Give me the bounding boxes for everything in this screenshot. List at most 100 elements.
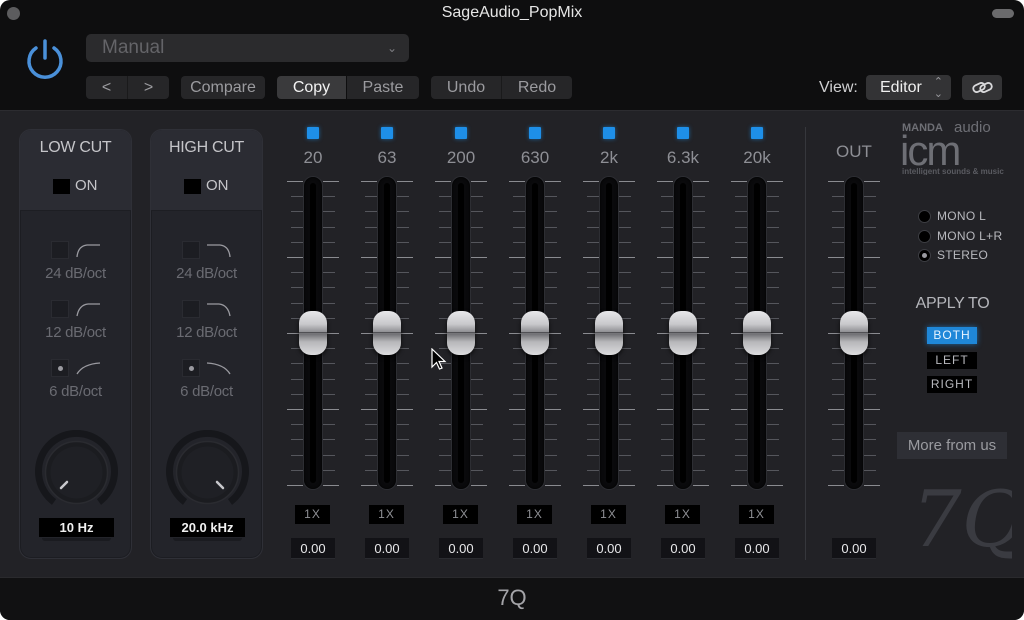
apply-left-button[interactable]: LEFT bbox=[927, 352, 977, 369]
link-button[interactable] bbox=[962, 75, 1002, 100]
high-cut-on-toggle[interactable] bbox=[184, 179, 201, 194]
band-gain-value[interactable]: 0.00 bbox=[735, 538, 779, 559]
fader-minor-tick bbox=[693, 378, 705, 380]
band-enable-led[interactable] bbox=[529, 127, 541, 139]
slope-checkbox[interactable] bbox=[182, 241, 200, 259]
copy-button[interactable]: Copy bbox=[277, 76, 346, 99]
fader-minor-tick bbox=[832, 363, 844, 365]
fader-minor-tick bbox=[693, 363, 705, 365]
radio-button[interactable] bbox=[918, 230, 931, 243]
fader-minor-tick bbox=[693, 196, 705, 198]
fader-minor-tick bbox=[291, 226, 303, 228]
slope-checkbox[interactable] bbox=[51, 300, 69, 318]
high-cut-slope-6[interactable]: 6 dB/oct bbox=[151, 359, 262, 409]
fader-minor-tick bbox=[439, 226, 451, 228]
compare-button[interactable]: Compare bbox=[181, 76, 265, 99]
slope-checkbox[interactable] bbox=[182, 300, 200, 318]
fader-minor-tick bbox=[587, 378, 599, 380]
band-gain-value[interactable]: 0.00 bbox=[513, 538, 557, 559]
fader-minor-tick bbox=[767, 302, 779, 304]
band-multiplier[interactable]: 1X bbox=[591, 505, 626, 524]
low-cut-slope-12[interactable]: 12 dB/oct bbox=[20, 300, 131, 350]
band-gain-value[interactable]: 0.00 bbox=[661, 538, 705, 559]
band-gain-value[interactable]: 0.00 bbox=[439, 538, 483, 559]
band-gain-value[interactable]: 0.00 bbox=[365, 538, 409, 559]
band-multiplier[interactable]: 1X bbox=[443, 505, 478, 524]
more-from-us-button[interactable]: More from us bbox=[897, 432, 1007, 459]
low-cut-on-label: ON bbox=[75, 177, 98, 194]
low-cut-on-toggle[interactable] bbox=[53, 179, 70, 194]
high-cut-frequency-value[interactable]: 20.0 kHz bbox=[170, 518, 245, 537]
high-cut-frequency-knob[interactable] bbox=[165, 429, 250, 515]
band-multiplier[interactable]: 1X bbox=[739, 505, 774, 524]
fader-minor-tick bbox=[291, 272, 303, 274]
radio-label: MONO L bbox=[937, 209, 987, 223]
fader-major-tick bbox=[693, 409, 709, 410]
window-close-button[interactable] bbox=[7, 7, 20, 20]
window-resize-button[interactable] bbox=[992, 9, 1014, 18]
paste-button[interactable]: Paste bbox=[347, 76, 419, 99]
fader-minor-tick bbox=[513, 226, 525, 228]
preset-select[interactable]: Manual ⌄ bbox=[86, 34, 409, 62]
apply-right-button[interactable]: RIGHT bbox=[927, 376, 977, 393]
low-cut-slope-6[interactable]: 6 dB/oct bbox=[20, 359, 131, 409]
low-cut-slope-24[interactable]: 24 dB/oct bbox=[20, 241, 131, 291]
fader-handle[interactable] bbox=[595, 311, 623, 355]
fader-minor-tick bbox=[693, 226, 705, 228]
fader-minor-tick bbox=[397, 226, 409, 228]
apply-both-button[interactable]: BOTH bbox=[927, 327, 977, 344]
slope-checkbox-selected[interactable] bbox=[182, 359, 200, 377]
fader-handle[interactable] bbox=[447, 311, 475, 355]
fader-handle[interactable] bbox=[521, 311, 549, 355]
output-gain-value[interactable]: 0.00 bbox=[832, 538, 876, 559]
fader-minor-tick bbox=[864, 378, 876, 380]
view-select[interactable]: Editor ⌃ ⌄ bbox=[866, 75, 951, 100]
band-multiplier[interactable]: 1X bbox=[517, 505, 552, 524]
band-gain-value[interactable]: 0.00 bbox=[587, 538, 631, 559]
fader-minor-tick bbox=[864, 439, 876, 441]
radio-button[interactable] bbox=[918, 210, 931, 223]
previous-preset-button[interactable]: < bbox=[86, 76, 127, 99]
fader-minor-tick bbox=[365, 439, 377, 441]
fader-major-tick bbox=[767, 485, 783, 486]
slope-checkbox-selected[interactable] bbox=[51, 359, 69, 377]
redo-button[interactable]: Redo bbox=[502, 76, 572, 99]
fader-handle[interactable] bbox=[669, 311, 697, 355]
output-fader-handle[interactable] bbox=[840, 311, 868, 355]
fader-minor-tick bbox=[767, 424, 779, 426]
band-enable-led[interactable] bbox=[307, 127, 319, 139]
fader-handle[interactable] bbox=[373, 311, 401, 355]
fader-minor-tick bbox=[545, 363, 557, 365]
band-enable-led[interactable] bbox=[381, 127, 393, 139]
band-gain-value[interactable]: 0.00 bbox=[291, 538, 335, 559]
fader-minor-tick bbox=[619, 363, 631, 365]
fader-minor-tick bbox=[323, 226, 335, 228]
low-cut-frequency-knob[interactable] bbox=[34, 429, 119, 515]
fader-minor-tick bbox=[365, 241, 377, 243]
fader-minor-tick bbox=[365, 302, 377, 304]
high-cut-slope-12[interactable]: 12 dB/oct bbox=[151, 300, 262, 350]
slope-checkbox[interactable] bbox=[51, 241, 69, 259]
fader-handle[interactable] bbox=[299, 311, 327, 355]
low-cut-frequency-value[interactable]: 10 Hz bbox=[39, 518, 114, 537]
power-button[interactable] bbox=[22, 37, 68, 83]
band-enable-led[interactable] bbox=[677, 127, 689, 139]
fader-minor-tick bbox=[513, 211, 525, 213]
fader-minor-tick bbox=[619, 469, 631, 471]
band-multiplier[interactable]: 1X bbox=[295, 505, 330, 524]
fader-minor-tick bbox=[693, 424, 705, 426]
fader-minor-tick bbox=[291, 454, 303, 456]
radio-button-selected[interactable] bbox=[918, 249, 931, 262]
fader-minor-tick bbox=[291, 439, 303, 441]
fader-minor-tick bbox=[439, 454, 451, 456]
fader-minor-tick bbox=[439, 424, 451, 426]
band-multiplier[interactable]: 1X bbox=[665, 505, 700, 524]
fader-handle[interactable] bbox=[743, 311, 771, 355]
band-enable-led[interactable] bbox=[603, 127, 615, 139]
band-multiplier[interactable]: 1X bbox=[369, 505, 404, 524]
high-cut-slope-24[interactable]: 24 dB/oct bbox=[151, 241, 262, 291]
band-enable-led[interactable] bbox=[751, 127, 763, 139]
band-enable-led[interactable] bbox=[455, 127, 467, 139]
next-preset-button[interactable]: > bbox=[128, 76, 169, 99]
undo-button[interactable]: Undo bbox=[431, 76, 501, 99]
